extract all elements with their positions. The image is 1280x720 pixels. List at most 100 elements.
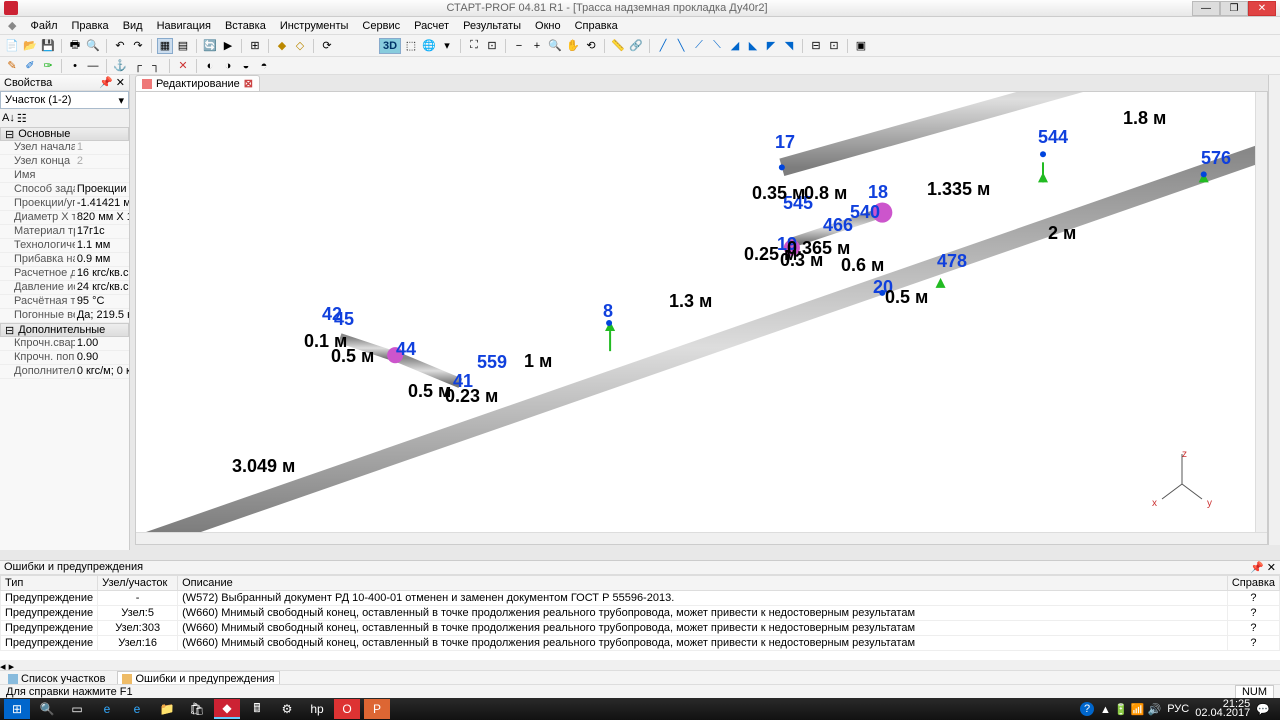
tab-close-icon[interactable]: ⊠ bbox=[244, 77, 253, 90]
support-1-icon[interactable]: ╱ bbox=[655, 38, 671, 54]
dropdown-icon[interactable]: ▾ bbox=[439, 38, 455, 54]
error-row[interactable]: ПредупреждениеУзел:5(W660) Мнимый свобод… bbox=[1, 606, 1280, 621]
sort-cat-icon[interactable]: ☷ bbox=[17, 112, 27, 125]
menu-Навигация[interactable]: Навигация bbox=[151, 18, 217, 34]
prop-row[interactable]: Расчетное да16 кгс/кв.см bbox=[0, 267, 129, 281]
opera-icon[interactable]: O bbox=[334, 699, 360, 719]
zoom-in-icon[interactable]: + bbox=[529, 38, 545, 54]
menu-Сервис[interactable]: Сервис bbox=[356, 18, 406, 34]
explorer-icon[interactable]: 📁 bbox=[154, 699, 180, 719]
open-icon[interactable]: 📂 bbox=[22, 38, 38, 54]
search-icon[interactable]: 🔍 bbox=[34, 699, 60, 719]
geo-2-icon[interactable]: ◑ bbox=[220, 58, 236, 74]
group-additional[interactable]: ⊟Дополнительные bbox=[0, 323, 129, 337]
zoom-out-icon[interactable]: − bbox=[511, 38, 527, 54]
minimize-button[interactable]: — bbox=[1192, 1, 1220, 16]
element-b-icon[interactable]: ⊡ bbox=[826, 38, 842, 54]
start-button[interactable]: ⊞ bbox=[4, 699, 30, 719]
prop-row[interactable]: Прибавка на0.9 мм bbox=[0, 253, 129, 267]
panel-pin-icon[interactable]: 📌 ✕ bbox=[99, 76, 125, 89]
tool-b-icon[interactable]: ◇ bbox=[292, 38, 308, 54]
prop-row[interactable]: Узел начала1 bbox=[0, 141, 129, 155]
tool-a-icon[interactable]: ◆ bbox=[274, 38, 290, 54]
grid-icon[interactable]: ▦ bbox=[157, 38, 173, 54]
preview-icon[interactable]: 🔍 bbox=[85, 38, 101, 54]
edit-1-icon[interactable]: ✎ bbox=[4, 58, 20, 74]
node-icon[interactable]: • bbox=[67, 58, 83, 74]
prop-row[interactable]: Имя bbox=[0, 169, 129, 183]
view-cube-icon[interactable]: ⬚ bbox=[403, 38, 419, 54]
line-icon[interactable]: — bbox=[85, 58, 101, 74]
taskview-icon[interactable]: ▭ bbox=[64, 699, 90, 719]
prop-row[interactable]: Проекции/уг-1.41421 м; 1.414 bbox=[0, 197, 129, 211]
error-row[interactable]: ПредупреждениеУзел:16(W660) Мнимый свобо… bbox=[1, 636, 1280, 651]
geo-1-icon[interactable]: ◐ bbox=[202, 58, 218, 74]
geo-4-icon[interactable]: ◓ bbox=[256, 58, 272, 74]
prop-row[interactable]: Давление ис24 кгс/кв.см bbox=[0, 281, 129, 295]
group-main[interactable]: ⊟Основные bbox=[0, 127, 129, 141]
tab-edit[interactable]: Редактирование ⊠ bbox=[135, 75, 260, 91]
3d-viewport[interactable]: 175445761854554046619478208424544559411.… bbox=[135, 91, 1268, 545]
menu-Справка[interactable]: Справка bbox=[569, 18, 624, 34]
prop-row[interactable]: Диаметр X то820 мм X 11 мм bbox=[0, 211, 129, 225]
edit-3-icon[interactable]: ✑ bbox=[40, 58, 56, 74]
canvas-hscroll[interactable] bbox=[136, 532, 1267, 544]
table-icon[interactable]: ⊞ bbox=[247, 38, 263, 54]
pan-icon[interactable]: ✋ bbox=[565, 38, 581, 54]
support-7-icon[interactable]: ◤ bbox=[763, 38, 779, 54]
zoom-fit-icon[interactable]: ⛶ bbox=[466, 38, 482, 54]
3d-button[interactable]: 3D bbox=[379, 38, 401, 54]
errors-col[interactable]: Справка bbox=[1227, 576, 1279, 591]
edit-2-icon[interactable]: ✐ bbox=[22, 58, 38, 74]
menu-Правка[interactable]: Правка bbox=[66, 18, 115, 34]
errors-hscroll[interactable]: ◂ ▸ bbox=[0, 660, 1280, 670]
settings-icon[interactable]: ⚙ bbox=[274, 699, 300, 719]
prop-row[interactable]: Узел конца2 bbox=[0, 155, 129, 169]
save-icon[interactable]: 💾 bbox=[40, 38, 56, 54]
support-5-icon[interactable]: ◢ bbox=[727, 38, 743, 54]
new-icon[interactable]: 📄 bbox=[4, 38, 20, 54]
prop-row[interactable]: Технологиче1.1 мм bbox=[0, 239, 129, 253]
errors-col[interactable]: Тип bbox=[1, 576, 98, 591]
prop-row[interactable]: Материал тр17г1с bbox=[0, 225, 129, 239]
support-4-icon[interactable]: ⟍ bbox=[709, 38, 725, 54]
ie-icon[interactable]: e bbox=[124, 699, 150, 719]
print-icon[interactable]: 🖶 bbox=[67, 38, 83, 54]
geo-3-icon[interactable]: ◒ bbox=[238, 58, 254, 74]
menu-Окно[interactable]: Окно bbox=[529, 18, 567, 34]
element-c-icon[interactable]: ▣ bbox=[853, 38, 869, 54]
ppt-icon[interactable]: P bbox=[364, 699, 390, 719]
delete-icon[interactable]: ✕ bbox=[175, 58, 191, 74]
rotate-icon[interactable]: ⟳ bbox=[319, 38, 335, 54]
calc-icon[interactable]: 🖩 bbox=[244, 699, 270, 719]
edge-icon[interactable]: e bbox=[94, 699, 120, 719]
prop-row[interactable]: Дополнител0 кгс/м; 0 кгс/ bbox=[0, 365, 129, 379]
refresh-icon[interactable]: 🔄 bbox=[202, 38, 218, 54]
undo-icon[interactable]: ↶ bbox=[112, 38, 128, 54]
menu-Вставка[interactable]: Вставка bbox=[219, 18, 272, 34]
sysmenu-icon[interactable]: ◆ bbox=[2, 17, 22, 34]
measure-icon[interactable]: 📏 bbox=[610, 38, 626, 54]
prop-row[interactable]: Способ задачПроекции bbox=[0, 183, 129, 197]
zoom-region-icon[interactable]: 🔍 bbox=[547, 38, 563, 54]
store-icon[interactable]: 🛍 bbox=[184, 699, 210, 719]
prop-row[interactable]: Погонные веДа; 219.5 кгс/м; bbox=[0, 309, 129, 323]
support-2-icon[interactable]: ╲ bbox=[673, 38, 689, 54]
zoom-window-icon[interactable]: ⊡ bbox=[484, 38, 500, 54]
close-button[interactable]: ✕ bbox=[1248, 1, 1276, 16]
element-selector[interactable]: Участок (1-2)▾ bbox=[0, 91, 129, 109]
fitting-1-icon[interactable]: ┌ bbox=[130, 58, 146, 74]
canvas-vscroll[interactable] bbox=[1255, 92, 1267, 532]
app-task-icon[interactable]: ◆ bbox=[214, 699, 240, 719]
help-tray-icon[interactable]: ? bbox=[1080, 702, 1094, 716]
support-6-icon[interactable]: ◣ bbox=[745, 38, 761, 54]
support-8-icon[interactable]: ◥ bbox=[781, 38, 797, 54]
sort-az-icon[interactable]: A↓ bbox=[2, 112, 15, 124]
hp-icon[interactable]: hp bbox=[304, 699, 330, 719]
menu-Файл[interactable]: Файл bbox=[24, 18, 63, 34]
orbit-icon[interactable]: ⟲ bbox=[583, 38, 599, 54]
link-icon[interactable]: 🔗 bbox=[628, 38, 644, 54]
redo-icon[interactable]: ↷ bbox=[130, 38, 146, 54]
prop-row[interactable]: Кпрочн. поп0.90 bbox=[0, 351, 129, 365]
errors-pin-icon[interactable]: 📌 ✕ bbox=[1250, 561, 1276, 574]
